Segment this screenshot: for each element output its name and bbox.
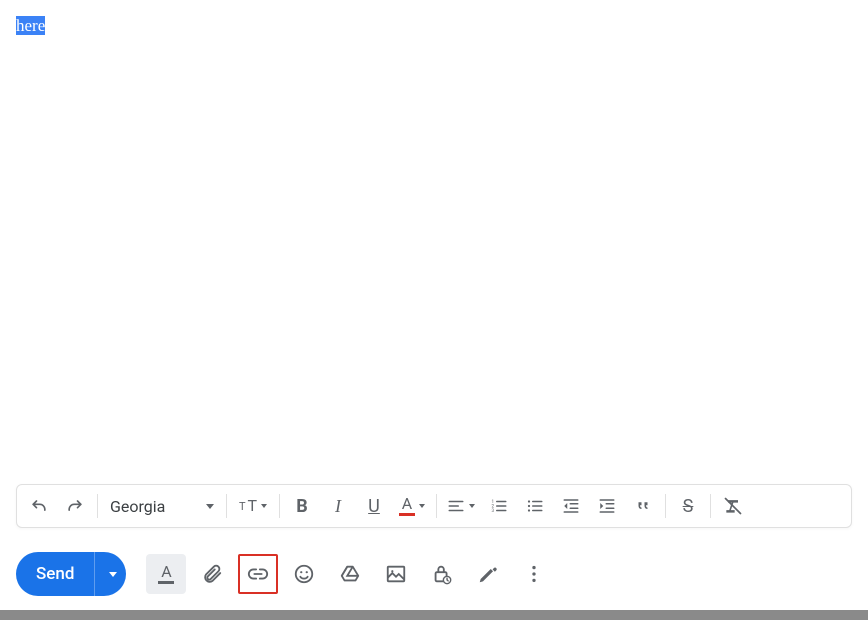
insert-emoji-button[interactable] (284, 554, 324, 594)
font-family-label: Georgia (110, 497, 202, 516)
send-button-group: Send (16, 552, 126, 596)
indent-more-icon (598, 497, 616, 515)
redo-icon (65, 496, 85, 516)
chevron-down-icon (469, 504, 475, 508)
insert-link-button[interactable] (238, 554, 278, 594)
emoji-icon (293, 563, 315, 585)
font-family-select[interactable]: Georgia (102, 488, 222, 524)
confidential-mode-button[interactable] (422, 554, 462, 594)
insert-signature-button[interactable] (468, 554, 508, 594)
remove-formatting-icon (723, 496, 743, 516)
font-size-icon: TT (239, 498, 257, 514)
attach-file-button[interactable] (192, 554, 232, 594)
separator (226, 494, 227, 518)
align-select[interactable] (441, 488, 481, 524)
undo-icon (29, 496, 49, 516)
chevron-down-icon (109, 572, 117, 577)
numbered-list-button[interactable]: 1 2 3 (481, 488, 517, 524)
compose-action-bar: Send A (16, 552, 554, 596)
italic-icon: I (335, 496, 341, 517)
insert-photo-button[interactable] (376, 554, 416, 594)
redo-button[interactable] (57, 488, 93, 524)
separator (279, 494, 280, 518)
indent-more-button[interactable] (589, 488, 625, 524)
strikethrough-icon: S (683, 496, 694, 517)
send-button[interactable]: Send (16, 552, 94, 596)
align-left-icon (447, 497, 465, 515)
selected-text[interactable]: here (16, 16, 45, 35)
drive-icon (339, 563, 361, 585)
indent-less-icon (562, 497, 580, 515)
more-vertical-icon (523, 563, 545, 585)
insert-drive-button[interactable] (330, 554, 370, 594)
pen-icon (477, 563, 499, 585)
bulleted-list-icon (526, 497, 544, 515)
underline-icon: U (368, 496, 380, 517)
remove-formatting-button[interactable] (715, 488, 751, 524)
numbered-list-icon: 1 2 3 (490, 497, 508, 515)
paperclip-icon (201, 563, 223, 585)
separator (710, 494, 711, 518)
undo-button[interactable] (21, 488, 57, 524)
chevron-down-icon (261, 504, 267, 508)
quote-icon (634, 497, 652, 515)
separator (97, 494, 98, 518)
compose-body[interactable]: here (0, 0, 868, 484)
text-color-select[interactable]: A (392, 488, 432, 524)
bottom-strip (0, 610, 868, 620)
quote-button[interactable] (625, 488, 661, 524)
separator (436, 494, 437, 518)
bold-icon: B (296, 496, 308, 517)
chevron-down-icon (419, 504, 425, 508)
bold-button[interactable]: B (284, 488, 320, 524)
image-icon (385, 563, 407, 585)
chevron-down-icon (206, 504, 214, 509)
svg-text:3: 3 (492, 508, 495, 514)
text-color-icon: A (399, 496, 415, 516)
font-size-select[interactable]: TT (231, 488, 275, 524)
underline-button[interactable]: U (356, 488, 392, 524)
separator (665, 494, 666, 518)
formatting-icon: A (158, 564, 174, 584)
formatting-options-button[interactable]: A (146, 554, 186, 594)
italic-button[interactable]: I (320, 488, 356, 524)
send-more-options-button[interactable] (94, 552, 126, 596)
lock-clock-icon (431, 563, 453, 585)
link-icon (247, 563, 269, 585)
strikethrough-button[interactable]: S (670, 488, 706, 524)
bulleted-list-button[interactable] (517, 488, 553, 524)
formatting-toolbar: Georgia TT B I U A 1 2 3 (16, 484, 852, 528)
indent-less-button[interactable] (553, 488, 589, 524)
more-options-button[interactable] (514, 554, 554, 594)
